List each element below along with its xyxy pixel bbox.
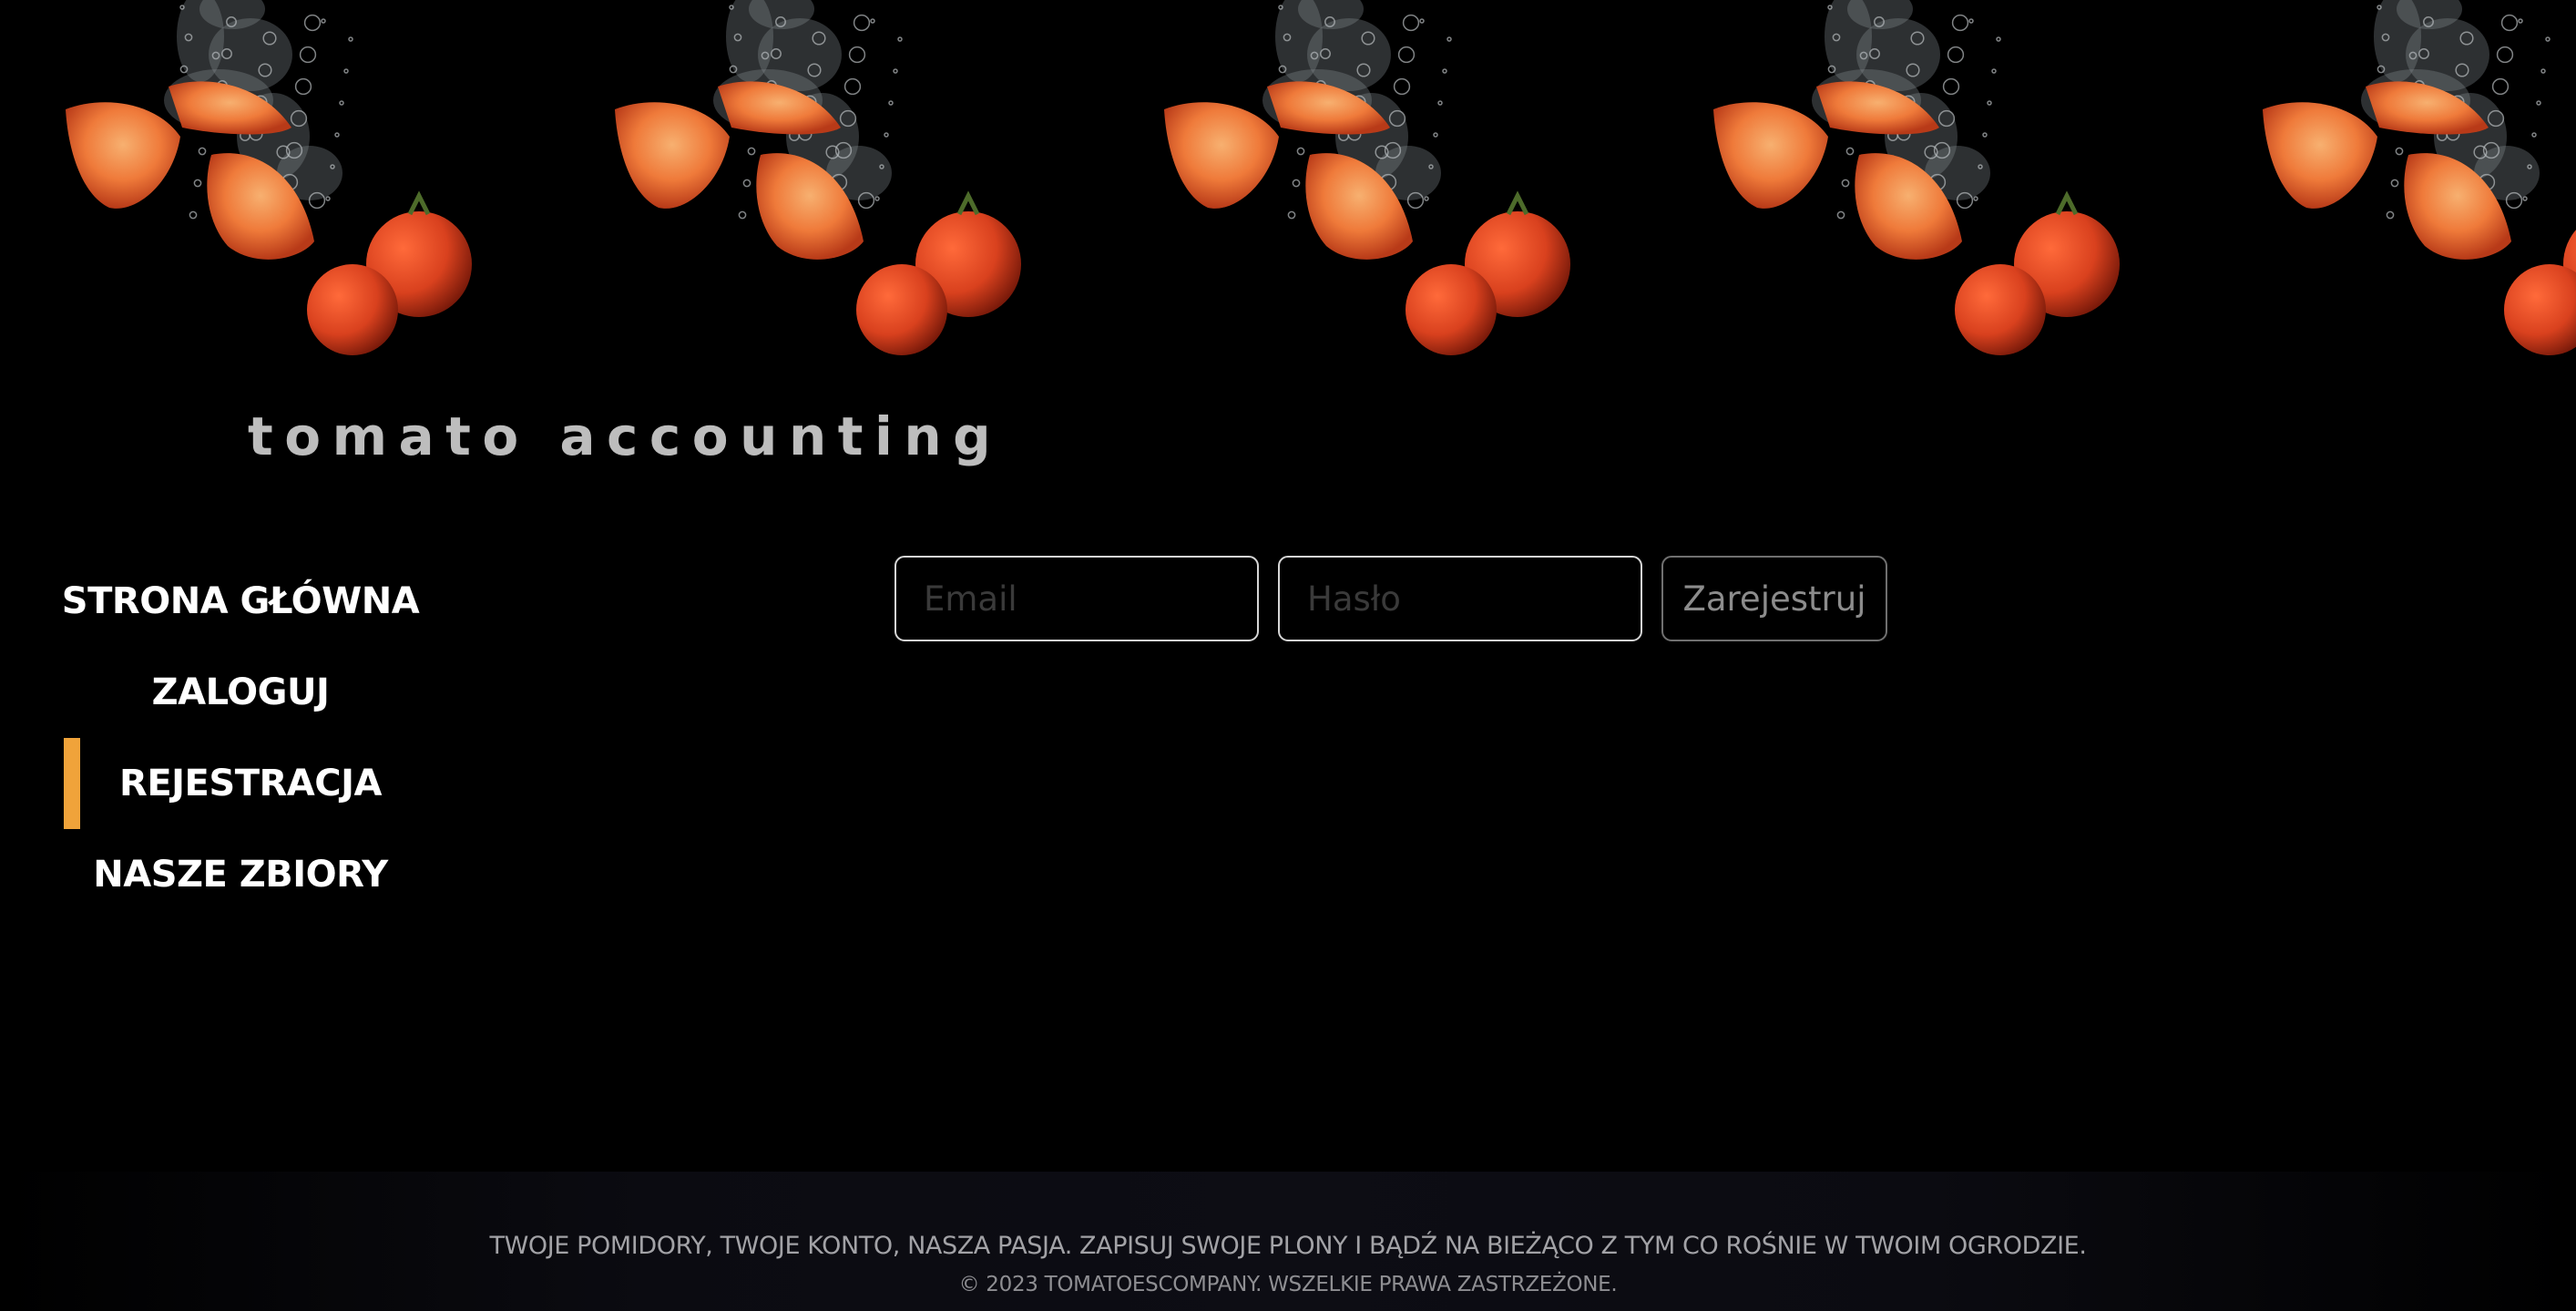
registration-form: Zarejestruj xyxy=(894,556,1887,641)
page: tomato accounting STRONA GŁÓWNA ZALOGUJ … xyxy=(0,0,2576,1311)
nav-item-label: ZALOGUJ xyxy=(151,671,330,713)
header-banner xyxy=(0,0,2576,364)
nav-item-label: NASZE ZBIORY xyxy=(93,854,388,896)
nav-item-login[interactable]: ZALOGUJ xyxy=(64,647,417,738)
tomato-splash-icon xyxy=(2263,0,2576,355)
main-nav: STRONA GŁÓWNA ZALOGUJ REJESTRACJA NASZE … xyxy=(61,556,420,920)
tomato-splash-icon xyxy=(1713,0,2120,355)
tomato-splash-icon xyxy=(1164,0,1570,355)
tomato-splash-icon xyxy=(66,0,472,355)
password-input[interactable] xyxy=(1278,556,1642,641)
tomato-splash-icon xyxy=(615,0,1021,355)
site-logo[interactable]: tomato accounting xyxy=(248,410,1002,463)
nav-item-label: STRONA GŁÓWNA xyxy=(61,580,420,622)
nav-item-home[interactable]: STRONA GŁÓWNA xyxy=(61,556,420,647)
register-button[interactable]: Zarejestruj xyxy=(1661,556,1887,641)
nav-item-our-harvests[interactable]: NASZE ZBIORY xyxy=(64,829,417,920)
footer: TWOJE POMIDORY, TWOJE KONTO, NASZA PASJA… xyxy=(0,1172,2576,1311)
footer-copyright: © 2023 TOMATOESCOMPANY. WSZELKIE PRAWA Z… xyxy=(958,1273,1618,1296)
active-indicator xyxy=(64,738,80,829)
nav-item-label: REJESTRACJA xyxy=(119,763,382,804)
nav-item-register[interactable]: REJESTRACJA xyxy=(64,738,417,829)
footer-tagline: TWOJE POMIDORY, TWOJE KONTO, NASZA PASJA… xyxy=(489,1232,2087,1260)
email-input[interactable] xyxy=(894,556,1259,641)
